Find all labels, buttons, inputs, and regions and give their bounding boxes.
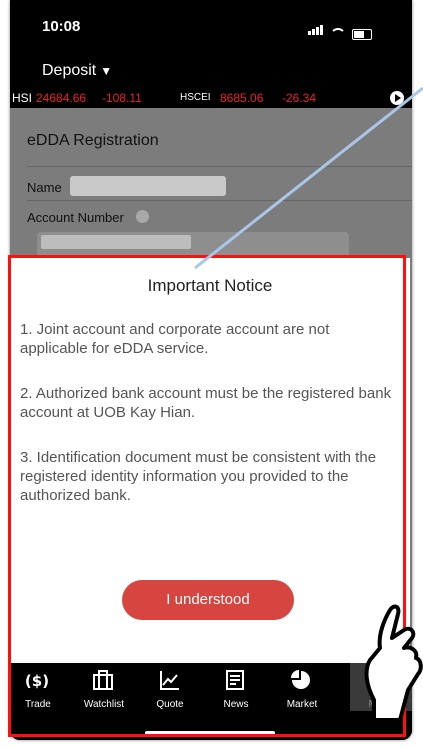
page-title-dropdown[interactable]: Deposit ▼ (42, 62, 112, 80)
ticker-play-icon[interactable] (390, 91, 404, 105)
status-bar: 10:08 (10, 0, 412, 56)
account-number-label: Account Number (27, 210, 124, 225)
signal-icon (308, 22, 324, 40)
wifi-icon (330, 28, 346, 40)
page-title: Deposit (42, 62, 97, 79)
account-number-value (41, 235, 191, 249)
hand-pointer-icon (364, 604, 423, 720)
name-label: Name (27, 180, 62, 195)
divider (27, 166, 412, 167)
hsi-change: -108.11 (102, 91, 142, 105)
battery-icon (352, 29, 372, 40)
divider (27, 200, 412, 201)
form-title: eDDA Registration (27, 132, 159, 149)
hsi-label: HSI (12, 91, 33, 105)
index-ticker: HSI 24684.66 -108.11 HSCEI 8685.06 -26.3… (10, 88, 412, 108)
highlight-box (8, 255, 406, 737)
hscei-change: -26.34 (282, 91, 317, 105)
hscei-value: 8685.06 (220, 91, 264, 105)
hscei-label: HSCEI (180, 92, 211, 103)
title-bar: Deposit ▼ (10, 56, 412, 88)
hsi-value: 24684.66 (36, 91, 87, 105)
info-icon[interactable] (136, 210, 149, 223)
name-field[interactable] (70, 176, 226, 196)
status-icons (308, 22, 372, 40)
caret-down-icon: ▼ (100, 64, 113, 78)
status-time: 10:08 (42, 18, 81, 35)
